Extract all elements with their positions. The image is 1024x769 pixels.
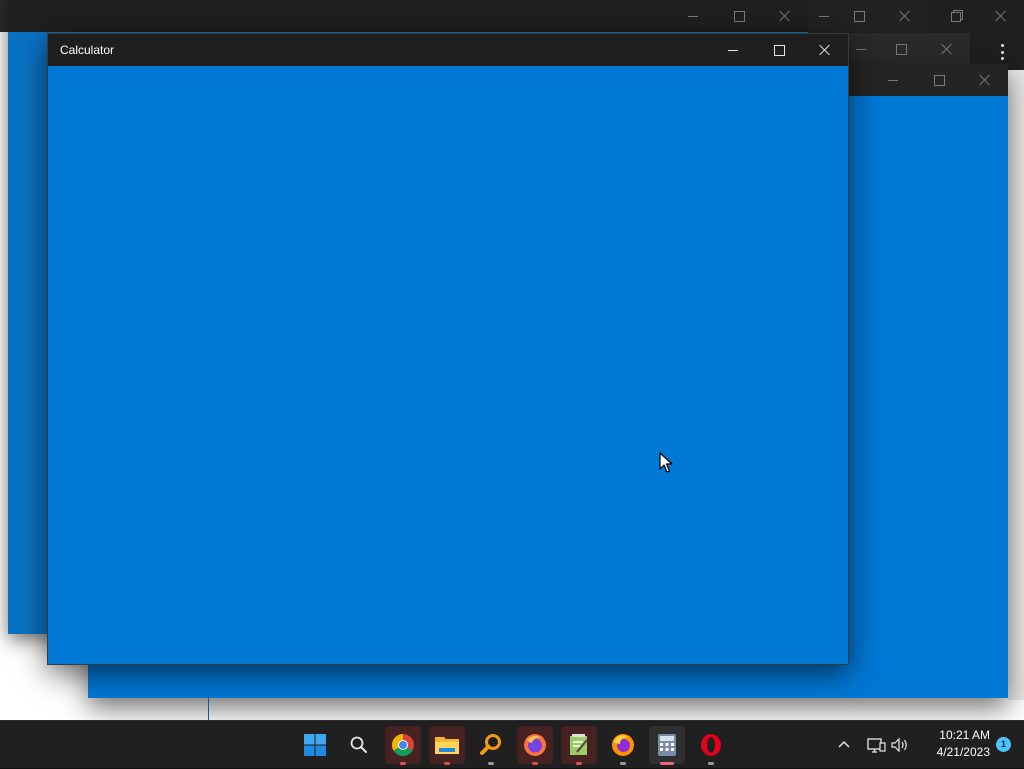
bg4-minimize-button[interactable] [870, 64, 916, 96]
divider [208, 696, 209, 720]
taskbar-search-button[interactable] [337, 721, 381, 769]
clock-time: 10:21 AM [939, 728, 990, 742]
taskbar-firefox-button[interactable] [513, 721, 557, 769]
background-window-titlebar-2[interactable] [808, 0, 928, 33]
close-icon [979, 74, 991, 86]
chevron-up-icon[interactable] [834, 735, 854, 755]
taskbar-opera-button[interactable] [689, 721, 733, 769]
taskbar-firefox-dev-button[interactable] [601, 721, 645, 769]
mouse-cursor-icon [659, 452, 673, 473]
maximize-icon [733, 10, 745, 22]
bg2-minimize-button[interactable] [812, 0, 836, 32]
close-icon [819, 44, 831, 56]
bg2-maximize-button[interactable] [836, 0, 882, 32]
clock[interactable]: 10:21 AM 4/21/2023 [920, 727, 990, 761]
calculator-window[interactable]: Calculator [47, 33, 849, 665]
maximize-icon [853, 10, 865, 22]
taskbar-notepad-button[interactable] [557, 721, 601, 769]
bg1-maximize-button[interactable] [716, 0, 762, 32]
bg1-close-button[interactable] [762, 0, 808, 32]
more-options-icon [1000, 44, 1004, 47]
background-window-edge [1008, 70, 1024, 700]
opera-icon [701, 734, 721, 756]
taskbar: 10:21 AM 4/21/2023 1 [0, 720, 1024, 768]
background-window-titlebar-1[interactable] [8, 0, 808, 32]
maximize-icon [773, 44, 785, 56]
close-icon [995, 10, 1007, 22]
taskbar-search-everything-button[interactable] [469, 721, 513, 769]
close-icon [779, 10, 791, 22]
firefox-icon [524, 734, 546, 756]
background-calculator-window-2[interactable] [808, 0, 928, 33]
firefox-icon [612, 734, 634, 756]
taskbar-calculator-button[interactable] [645, 721, 689, 769]
windows-logo-icon [304, 734, 326, 756]
close-button[interactable] [802, 34, 848, 66]
minimize-icon [728, 49, 738, 51]
minimize-icon [688, 15, 698, 17]
maximize-button[interactable] [756, 34, 802, 66]
search-icon [350, 736, 367, 753]
minimize-icon [888, 79, 898, 81]
folder-icon [435, 737, 459, 754]
restore-icon [950, 9, 963, 22]
more-options-button[interactable] [996, 44, 1008, 60]
start-button[interactable] [293, 721, 337, 769]
calculator-icon [658, 734, 676, 756]
calculator-client-area[interactable] [48, 66, 848, 664]
magnifier-orange-icon [480, 734, 501, 755]
bg4-close-button[interactable] [962, 64, 1008, 96]
close-icon [941, 43, 953, 55]
bg4-maximize-button[interactable] [916, 64, 962, 96]
minimize-button[interactable] [710, 34, 756, 66]
network-icon[interactable] [866, 735, 886, 755]
minimize-icon [819, 15, 829, 17]
clock-date: 4/21/2023 [936, 745, 990, 759]
background-close-button[interactable] [978, 0, 1024, 32]
calculator-titlebar[interactable]: Calculator [48, 34, 848, 66]
background-restore-button[interactable] [932, 0, 978, 32]
notification-badge[interactable]: 1 [996, 737, 1011, 752]
taskbar-chrome-button[interactable] [381, 721, 425, 769]
bg3-minimize-button[interactable] [844, 33, 878, 65]
notepad-icon [570, 734, 588, 755]
close-icon [899, 10, 911, 22]
bg3-close-button[interactable] [924, 33, 970, 65]
volume-icon[interactable] [890, 735, 910, 755]
maximize-icon [933, 74, 945, 86]
taskbar-file-explorer-button[interactable] [425, 721, 469, 769]
desktop: Calculator [0, 0, 1024, 720]
window-title: Calculator [60, 43, 115, 57]
chrome-icon [392, 734, 414, 756]
bg3-maximize-button[interactable] [878, 33, 924, 65]
minimize-icon [856, 48, 866, 50]
bg2-close-button[interactable] [882, 0, 928, 32]
bg1-minimize-button[interactable] [670, 0, 716, 32]
maximize-icon [895, 43, 907, 55]
taskbar-apps [293, 721, 733, 769]
